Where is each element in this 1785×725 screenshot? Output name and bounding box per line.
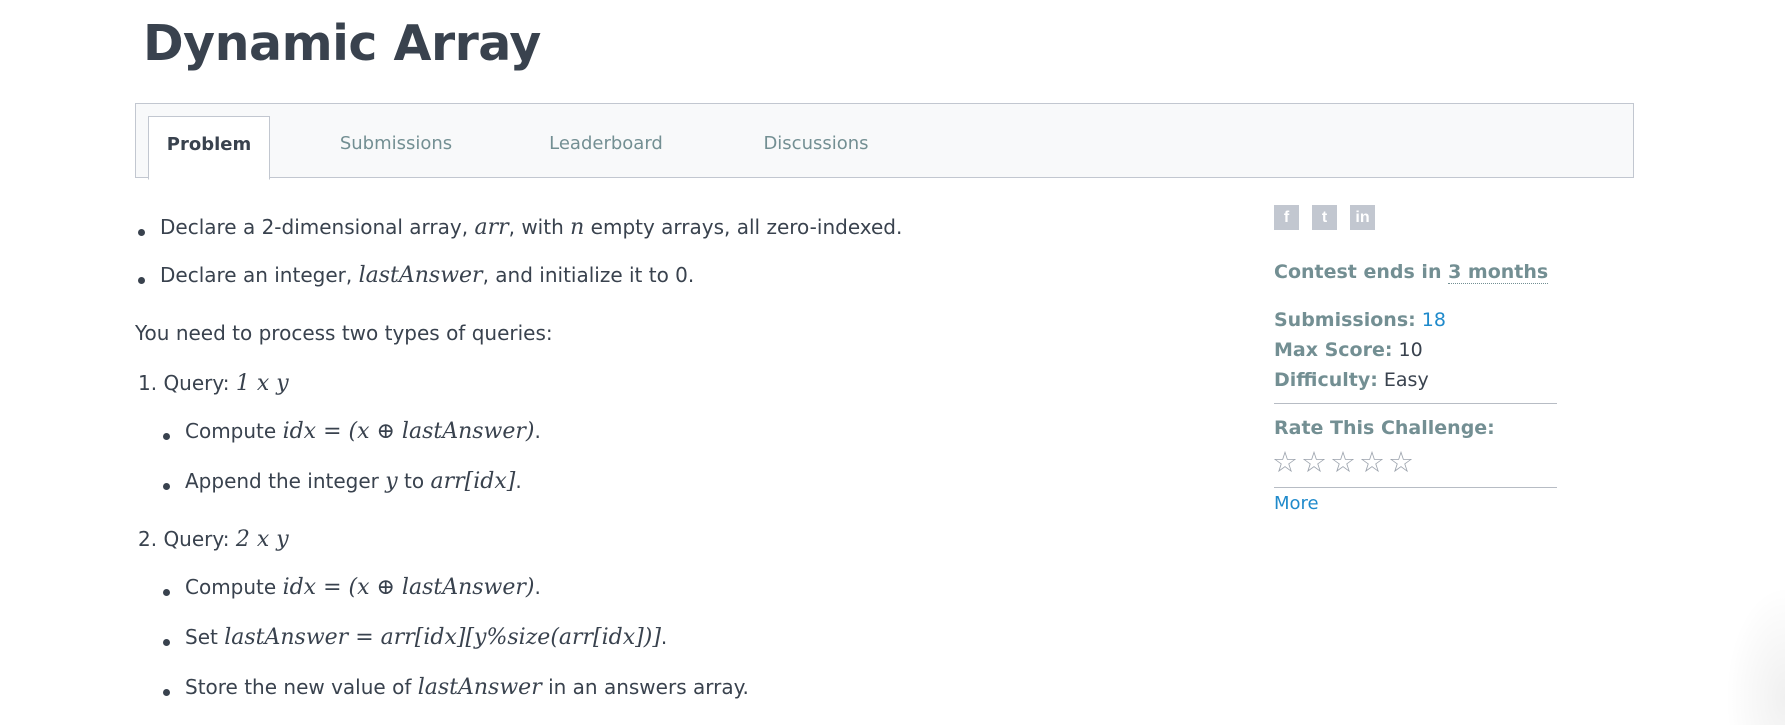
text: . xyxy=(660,625,668,649)
difficulty-value: Easy xyxy=(1383,369,1429,391)
tab-leaderboard[interactable]: Leaderboard xyxy=(526,116,686,180)
math-query-2: 2 x y xyxy=(235,527,289,552)
list-bullet xyxy=(163,639,170,646)
text: Set xyxy=(185,625,225,649)
math-idx: idx = (x ⊕ lastAnswer) xyxy=(282,419,535,444)
math-arr: arr xyxy=(474,215,509,240)
math-y: y xyxy=(385,469,398,494)
list-item: Append the integer y to arr[idx]. xyxy=(185,469,522,494)
list-bullet xyxy=(163,689,170,696)
list-bullet xyxy=(163,433,170,440)
list-bullet xyxy=(138,277,145,284)
difficulty-stat: Difficulty: Easy xyxy=(1274,369,1429,391)
tab-bar: Problem Submissions Leaderboard Discussi… xyxy=(135,103,1634,180)
text: Compute xyxy=(185,575,283,599)
query-2-heading: 2. Query: 2 x y xyxy=(138,527,289,552)
linkedin-icon[interactable]: in xyxy=(1350,205,1375,230)
math-arr-idx: arr[idx] xyxy=(430,469,516,494)
list-item: Compute idx = (x ⊕ lastAnswer). xyxy=(185,419,541,444)
list-item: Set lastAnswer = arr[idx][y%size(arr[idx… xyxy=(185,625,667,650)
list-bullet xyxy=(163,589,170,596)
text: Declare a 2-dimensional array, xyxy=(160,215,475,239)
text: to xyxy=(397,469,431,493)
star-rating[interactable]: ☆☆☆☆☆ xyxy=(1272,445,1417,479)
tab-submissions[interactable]: Submissions xyxy=(321,116,471,180)
social-share: f t in xyxy=(1274,205,1375,230)
rate-label: Rate This Challenge: xyxy=(1274,417,1495,439)
rate-challenge-label: Rate This Challenge: xyxy=(1274,417,1495,439)
max-score-label: Max Score: xyxy=(1274,339,1393,361)
corner-shadow xyxy=(1725,585,1785,725)
text: , with xyxy=(508,215,571,239)
math-lastanswer: lastAnswer xyxy=(358,263,483,288)
text: 1. Query: xyxy=(138,371,236,395)
text: Append the integer xyxy=(185,469,386,493)
math-lastanswer: lastAnswer xyxy=(417,675,542,700)
contest-ends: Contest ends in 3 months xyxy=(1274,261,1549,284)
math-set-lastanswer: lastAnswer = arr[idx][y%size(arr[idx])] xyxy=(224,625,661,650)
contest-ends-link[interactable]: 3 months xyxy=(1448,261,1549,284)
text: Store the new value of xyxy=(185,675,418,699)
submissions-label: Submissions: xyxy=(1274,309,1416,331)
list-bullet xyxy=(163,483,170,490)
list-item: Store the new value of lastAnswer in an … xyxy=(185,675,749,700)
page-title: Dynamic Array xyxy=(143,15,541,72)
text: Compute xyxy=(185,419,283,443)
math-n: n xyxy=(570,215,585,240)
submissions-count-link[interactable]: 18 xyxy=(1422,309,1446,331)
text: . xyxy=(515,469,522,493)
text: 2. Query: xyxy=(138,527,236,551)
math-idx: idx = (x ⊕ lastAnswer) xyxy=(282,575,535,600)
list-item: Declare an integer, lastAnswer, and init… xyxy=(160,263,694,288)
contest-ends-label: Contest ends in xyxy=(1274,261,1449,283)
max-score-stat: Max Score: 10 xyxy=(1274,339,1423,361)
difficulty-label: Difficulty: xyxy=(1274,369,1378,391)
facebook-icon[interactable]: f xyxy=(1274,205,1299,230)
text: empty arrays, all zero-indexed. xyxy=(584,215,903,239)
intro-text: You need to process two types of queries… xyxy=(135,321,553,345)
text: in an answers array. xyxy=(541,675,749,699)
tab-problem[interactable]: Problem xyxy=(148,116,270,180)
list-item: Compute idx = (x ⊕ lastAnswer). xyxy=(185,575,541,600)
text: . xyxy=(534,575,541,599)
more-link[interactable]: More xyxy=(1274,493,1319,514)
query-1-heading: 1. Query: 1 x y xyxy=(138,371,289,396)
text: , and initialize it to 0. xyxy=(482,263,695,287)
twitter-icon[interactable]: t xyxy=(1312,205,1337,230)
list-item: Declare a 2-dimensional array, arr, with… xyxy=(160,215,902,240)
divider xyxy=(1274,487,1557,488)
tab-discussions[interactable]: Discussions xyxy=(736,116,896,180)
math-query-1: 1 x y xyxy=(235,371,289,396)
max-score-value: 10 xyxy=(1398,339,1423,361)
divider xyxy=(1274,403,1557,404)
list-bullet xyxy=(138,229,145,236)
submissions-stat: Submissions: 18 xyxy=(1274,309,1446,331)
text: Declare an integer, xyxy=(160,263,359,287)
text: . xyxy=(534,419,541,443)
